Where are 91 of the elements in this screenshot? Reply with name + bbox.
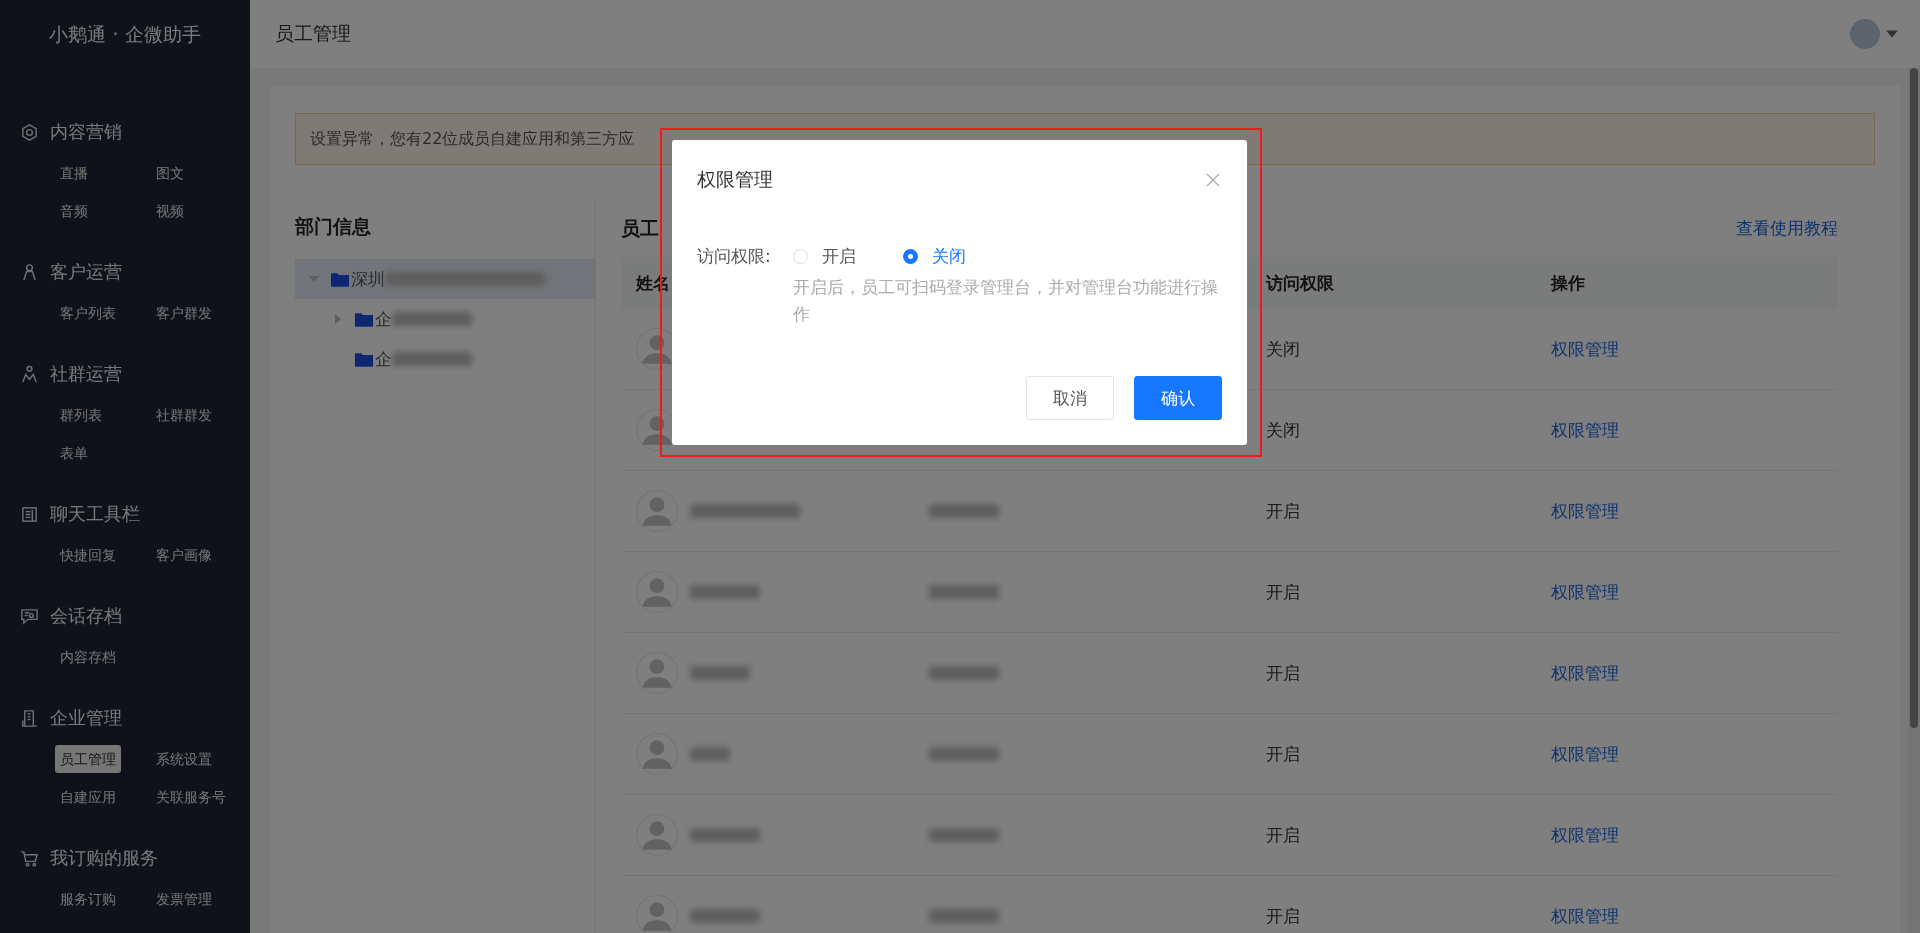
sidebar-item[interactable]: 内容存档 — [55, 643, 121, 671]
avatar-silhouette-icon — [636, 490, 678, 532]
sidebar-item[interactable]: 系统设置 — [151, 745, 217, 773]
dialog-title: 权限管理 — [697, 167, 773, 192]
cancel-button[interactable]: 取消 — [1026, 376, 1114, 420]
panel-title: 部门信息 — [295, 214, 372, 239]
sidebar-section-title: 企业管理 — [50, 706, 122, 730]
blurred-text — [929, 504, 999, 518]
permission-link[interactable]: 权限管理 — [1536, 824, 1619, 845]
permission-link[interactable]: 权限管理 — [1536, 743, 1619, 764]
table-cell: 开启 — [1266, 661, 1300, 685]
blurred-text — [929, 666, 999, 680]
blurred-text — [690, 828, 760, 842]
close-icon[interactable] — [1206, 173, 1220, 187]
confirm-button[interactable]: 确认 — [1134, 376, 1222, 420]
caret-down-icon[interactable] — [309, 274, 319, 284]
avatar-silhouette-icon — [636, 652, 678, 694]
radio-option[interactable]: 开启 — [793, 244, 875, 268]
sidebar-item[interactable]: 客户群发 — [151, 299, 217, 327]
sidebar-item[interactable]: 服务订购 — [55, 885, 121, 913]
sidebar-item[interactable]: 员工管理 — [55, 745, 121, 773]
blurred-text — [929, 828, 999, 842]
blurred-text — [690, 666, 750, 680]
blurred-text — [690, 585, 760, 599]
hexagon-icon — [20, 122, 39, 142]
panel-title: 员工 — [621, 216, 659, 241]
sidebar-item[interactable]: 群列表 — [55, 401, 107, 429]
avatar-silhouette-icon — [636, 733, 678, 775]
tree-item[interactable]: 企 — [295, 339, 595, 379]
page-title: 员工管理 — [275, 21, 351, 46]
radio-option[interactable]: 关闭 — [903, 244, 985, 268]
blurred-text — [929, 909, 999, 923]
blurred-text — [690, 909, 760, 923]
table-cell: 关闭 — [1266, 418, 1300, 442]
chat-search-icon — [20, 606, 39, 626]
sidebar-item[interactable]: 客户列表 — [55, 299, 121, 327]
sidebar-section-title: 客户运营 — [50, 260, 122, 284]
permission-link[interactable]: 权限管理 — [1536, 500, 1619, 521]
sidebar-item[interactable]: 关联服务号 — [151, 783, 231, 811]
permission-link[interactable]: 权限管理 — [1536, 419, 1619, 440]
blurred-text — [690, 747, 730, 761]
blurred-text — [929, 747, 999, 761]
sidebar-section-title: 我订购的服务 — [50, 846, 158, 870]
hint-text: 开启后，员工可扫码登录管理台，并对管理台功能进行操作 — [793, 276, 1219, 326]
caret-right-icon[interactable] — [333, 314, 343, 324]
folder-icon — [331, 271, 349, 287]
building-icon — [20, 708, 39, 728]
blurred-text — [929, 585, 999, 599]
folder-icon — [355, 311, 373, 327]
cart-icon — [20, 848, 39, 868]
sidebar-section-title: 聊天工具栏 — [50, 502, 140, 526]
sidebar-section-title: 社群运营 — [50, 362, 122, 386]
table-cell: 开启 — [1266, 904, 1300, 928]
sidebar-item[interactable]: 自建应用 — [55, 783, 121, 811]
sidebar-item[interactable]: 客户画像 — [151, 541, 217, 569]
sidebar-item[interactable]: 视频 — [151, 197, 189, 225]
sidebar-item[interactable]: 快捷回复 — [55, 541, 121, 569]
tree-item[interactable]: 企 — [295, 299, 595, 339]
document-icon — [20, 504, 39, 524]
column-header: 访问权限 — [1266, 271, 1334, 295]
caret-icon[interactable] — [1886, 30, 1898, 38]
column-header: 操作 — [1551, 271, 1585, 295]
sidebar-item[interactable]: 音频 — [55, 197, 93, 225]
people-icon — [20, 364, 39, 384]
table-cell: 开启 — [1266, 499, 1300, 523]
sidebar-item[interactable]: 图文 — [151, 159, 189, 187]
permission-link[interactable]: 权限管理 — [1536, 905, 1619, 926]
sidebar-section-title: 内容营销 — [50, 120, 122, 144]
folder-icon — [355, 351, 373, 367]
sidebar-item[interactable]: 表单 — [55, 439, 93, 467]
table-cell: 关闭 — [1266, 337, 1300, 361]
table-cell: 开启 — [1266, 580, 1300, 604]
tree-item[interactable]: 深圳 — [295, 259, 595, 299]
avatar-silhouette-icon — [636, 814, 678, 856]
field-label: 访问权限: — [697, 245, 772, 268]
permission-link[interactable]: 权限管理 — [1536, 581, 1619, 602]
brand-title: 小鹅通 · 企微助手 — [48, 22, 202, 47]
scrollbar[interactable] — [1908, 68, 1920, 933]
sidebar-item[interactable]: 直播 — [55, 159, 93, 187]
avatar-silhouette-icon — [636, 571, 678, 613]
tutorial-link[interactable]: 查看使用教程 — [1736, 216, 1838, 240]
permission-link[interactable]: 权限管理 — [1536, 662, 1619, 683]
avatar[interactable] — [1850, 19, 1880, 49]
sidebar-section-title: 会话存档 — [50, 604, 122, 628]
permission-link[interactable]: 权限管理 — [1536, 338, 1619, 359]
sidebar-item[interactable]: 发票管理 — [151, 885, 217, 913]
person-icon — [20, 262, 39, 282]
sidebar-item[interactable]: 社群群发 — [151, 401, 217, 429]
avatar-silhouette-icon — [636, 895, 678, 933]
table-cell: 开启 — [1266, 823, 1300, 847]
table-cell: 开启 — [1266, 742, 1300, 766]
